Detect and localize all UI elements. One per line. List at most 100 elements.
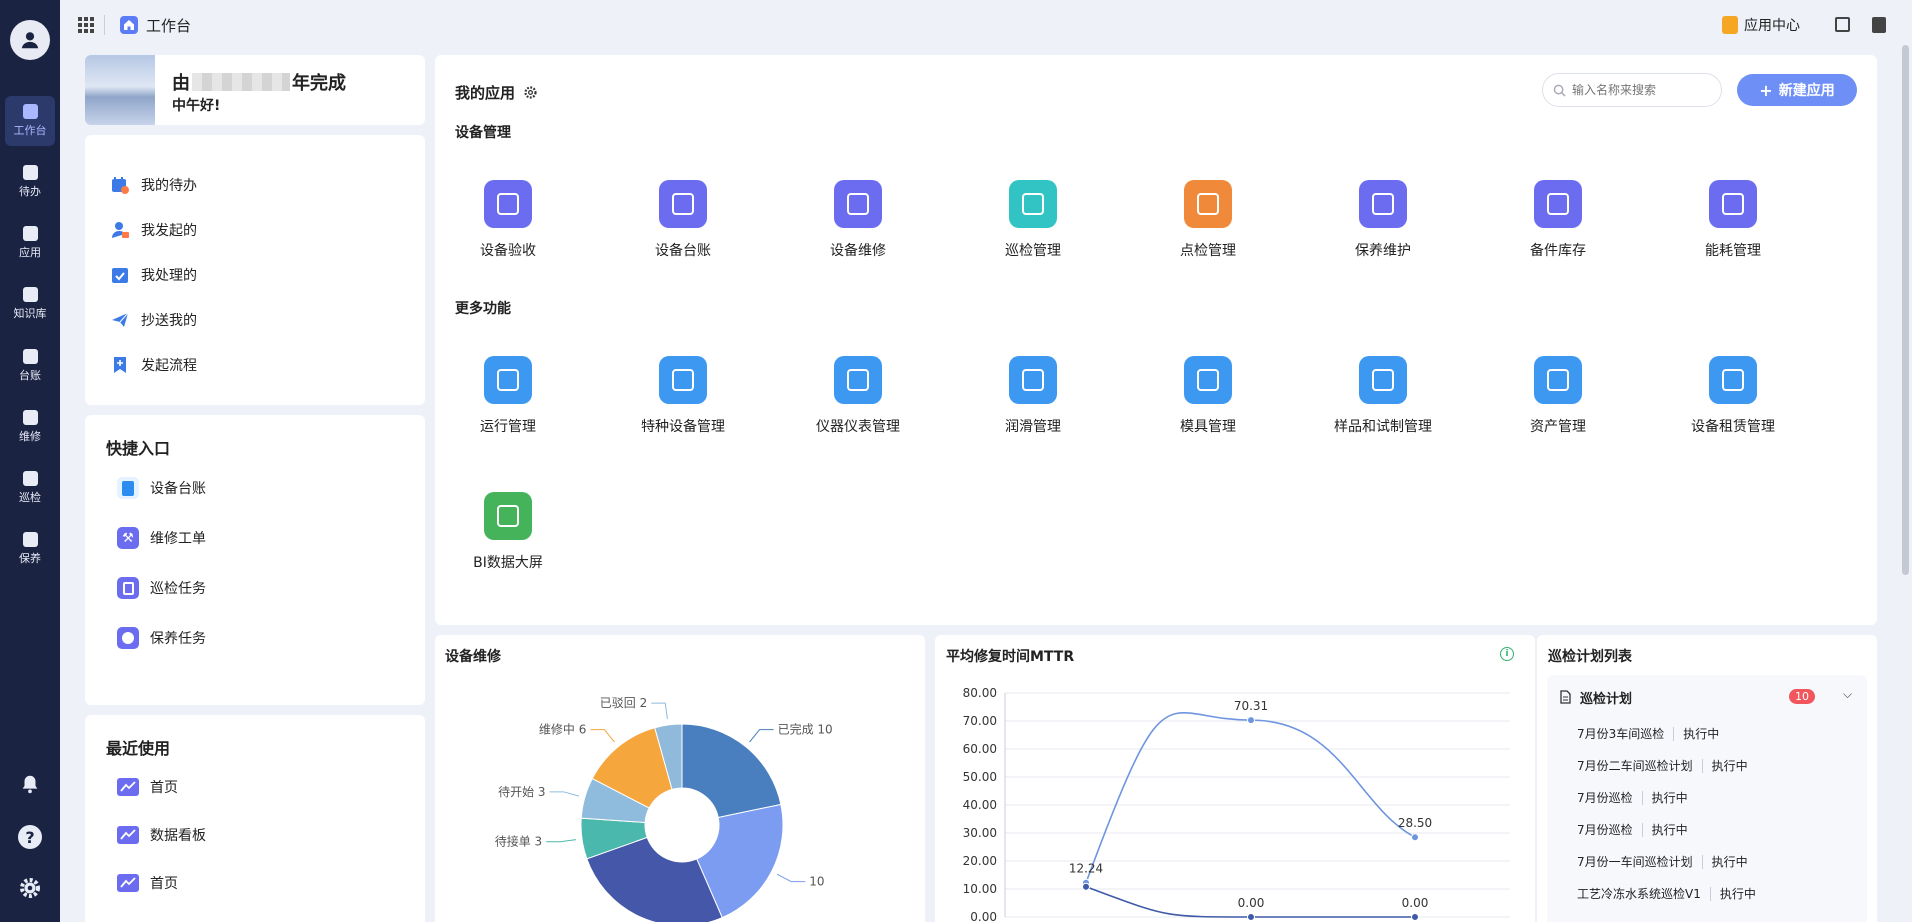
handled-check-icon xyxy=(112,268,128,283)
section-equipment-management: 设备管理 xyxy=(455,125,511,141)
spare-parts-icon xyxy=(1534,180,1582,228)
data-point[interactable] xyxy=(1247,716,1255,725)
help-icon[interactable]: ? xyxy=(18,825,42,849)
data-point[interactable] xyxy=(1247,913,1255,921)
dashboard-chart-icon xyxy=(117,778,139,796)
lubrication-icon xyxy=(1009,356,1057,404)
y-tick-label: 70.00 xyxy=(963,714,997,728)
more-app-tile-5[interactable]: 样品和试制管理 xyxy=(1313,356,1453,436)
section-more-functions: 更多功能 xyxy=(455,301,511,317)
acceptance-icon xyxy=(484,180,532,228)
app-tile-2[interactable]: 设备维修 xyxy=(788,180,928,260)
document-list-icon[interactable] xyxy=(1872,17,1886,33)
more-app-tile-6[interactable]: 资产管理 xyxy=(1488,356,1628,436)
my-apps-card: 我的应用 + 新建应用 设备管理 更多功能 设备验收设备台账设备维修巡检管理点检… xyxy=(435,55,1877,625)
pie-label: 待开始 3 xyxy=(498,785,545,799)
data-point[interactable] xyxy=(1082,882,1090,891)
app-center-link[interactable]: 应用中心 xyxy=(1722,15,1800,35)
app-switcher-icon[interactable] xyxy=(78,17,94,33)
plan-row[interactable]: 7月份3车间巡检 执行中 xyxy=(1577,725,1719,742)
energy-icon xyxy=(1709,180,1757,228)
rail-item-2[interactable]: 应用 xyxy=(5,218,55,268)
app-tile-6[interactable]: 备件库存 xyxy=(1488,180,1628,260)
data-point[interactable] xyxy=(1411,833,1419,842)
more-app-tile-7[interactable]: 设备租赁管理 xyxy=(1663,356,1803,436)
archive-icon[interactable] xyxy=(1835,17,1850,32)
more-app-tile-2[interactable]: 仪器仪表管理 xyxy=(788,356,928,436)
rail-item-4[interactable]: 台账 xyxy=(5,341,55,391)
app-tile-7[interactable]: 能耗管理 xyxy=(1663,180,1803,260)
rail-item-6[interactable]: 巡检 xyxy=(5,463,55,513)
recent-item-1[interactable]: 数据看板 xyxy=(117,825,206,845)
recent-title: 最近使用 xyxy=(106,739,171,758)
plan-row[interactable]: 7月份一车间巡检计划 执行中 xyxy=(1577,853,1748,870)
bookmark-add-icon xyxy=(114,357,126,373)
tools-icon: ⚒ xyxy=(117,527,139,549)
more-app-tile-0[interactable]: 运行管理 xyxy=(438,356,578,436)
nav-initiated[interactable]: 我发起的 xyxy=(111,220,197,240)
dashboard-chart-icon xyxy=(117,874,139,892)
plan-row[interactable]: 7月份二车间巡检计划 执行中 xyxy=(1577,757,1748,774)
plan-row[interactable]: 7月份巡检 执行中 xyxy=(1577,821,1688,838)
welcome-title: 由 年完成 xyxy=(172,73,346,94)
app-search-input[interactable] xyxy=(1572,83,1712,97)
app-tile-5[interactable]: 保养维护 xyxy=(1313,180,1453,260)
more-app-tile-1[interactable]: 特种设备管理 xyxy=(613,356,753,436)
mttr-line-chart: 80.00 70.00 60.00 50.00 40.00 30.00 20.00 10.00… xyxy=(963,686,1510,922)
quick-inspection-task[interactable]: 巡检任务 xyxy=(117,577,206,599)
rail-item-0[interactable]: 工作台 xyxy=(5,96,55,146)
pie-label: 已完成 10 xyxy=(778,722,833,737)
quick-repair-order[interactable]: ⚒ 维修工单 xyxy=(117,527,206,549)
pie-leader xyxy=(776,873,806,883)
greeting: 中午好! xyxy=(172,98,221,114)
page-scrollbar[interactable] xyxy=(1902,45,1909,575)
pie-slice[interactable] xyxy=(681,723,782,819)
plan-list-card: 巡检计划列表 巡检计划 10 ⌵ 7月份3车间巡检 执行中 7月份二车间巡检计划 执行… xyxy=(1537,635,1877,922)
operation-chart-icon xyxy=(484,356,532,404)
app-tile-4[interactable]: 点检管理 xyxy=(1138,180,1278,260)
rail-item-1[interactable]: 待办 xyxy=(5,157,55,207)
plan-group: 巡检计划 10 ⌵ 7月份3车间巡检 执行中 7月份二车间巡检计划 执行中 7月份巡检执… xyxy=(1547,675,1867,922)
more-app-tile-3[interactable]: 润滑管理 xyxy=(963,356,1103,436)
bell-icon[interactable] xyxy=(19,773,41,799)
new-app-button[interactable]: + 新建应用 xyxy=(1737,74,1857,106)
quick-device-ledger[interactable]: 设备台账 xyxy=(117,477,206,499)
gear-icon[interactable] xyxy=(523,85,538,100)
recent-card: 最近使用 首页 数据看板 首页 xyxy=(85,715,425,922)
nav-cc-me[interactable]: 抄送我的 xyxy=(111,310,197,330)
quick-maintenance-task[interactable]: 保养任务 xyxy=(117,627,206,649)
app-tile-3[interactable]: 巡检管理 xyxy=(963,180,1103,260)
repair-icon xyxy=(834,180,882,228)
nav-my-todo[interactable]: 我的待办 xyxy=(111,175,197,195)
home-icon xyxy=(22,104,38,119)
rail-item-5[interactable]: 维修 xyxy=(5,402,55,452)
plan-row[interactable]: 7月份巡检 执行中 xyxy=(1577,789,1688,806)
more-app-tile-4[interactable]: 模具管理 xyxy=(1138,356,1278,436)
plan-row[interactable]: 工艺冷冻水系统巡检V1 执行中 xyxy=(1577,885,1756,902)
app-tile-0[interactable]: 设备验收 xyxy=(438,180,578,260)
rail-item-7[interactable]: 保养 xyxy=(5,524,55,574)
spot-check-icon xyxy=(1184,180,1232,228)
gauge-icon xyxy=(834,356,882,404)
mold-icon xyxy=(1184,356,1232,404)
nav-start-process[interactable]: 发起流程 xyxy=(111,355,197,375)
data-point[interactable] xyxy=(1411,913,1419,921)
y-tick-label: 10.00 xyxy=(963,882,997,896)
recent-item-2[interactable]: 首页 xyxy=(117,873,178,893)
app-tile-1[interactable]: 设备台账 xyxy=(613,180,753,260)
data-label: 0.00 xyxy=(1402,896,1429,910)
nav-handled[interactable]: 我处理的 xyxy=(111,265,197,285)
pie-label: 待接单 3 xyxy=(495,834,542,849)
recent-item-0[interactable]: 首页 xyxy=(117,777,178,797)
knowledge-icon xyxy=(22,287,38,302)
top-bar: 工作台 应用中心 xyxy=(60,0,1912,50)
calendar-todo-icon xyxy=(112,177,129,194)
rail-item-3[interactable]: 知识库 xyxy=(5,279,55,329)
avatar[interactable] xyxy=(10,20,50,60)
document-icon xyxy=(1560,690,1571,704)
more-app-tile-8[interactable]: BI数据大屏 xyxy=(438,492,578,572)
app-search-box[interactable] xyxy=(1542,73,1722,107)
chevron-down-icon[interactable]: ⌵ xyxy=(1843,687,1852,702)
settings-icon[interactable] xyxy=(18,876,42,904)
plan-group-header[interactable]: 巡检计划 10 ⌵ xyxy=(1559,687,1855,707)
